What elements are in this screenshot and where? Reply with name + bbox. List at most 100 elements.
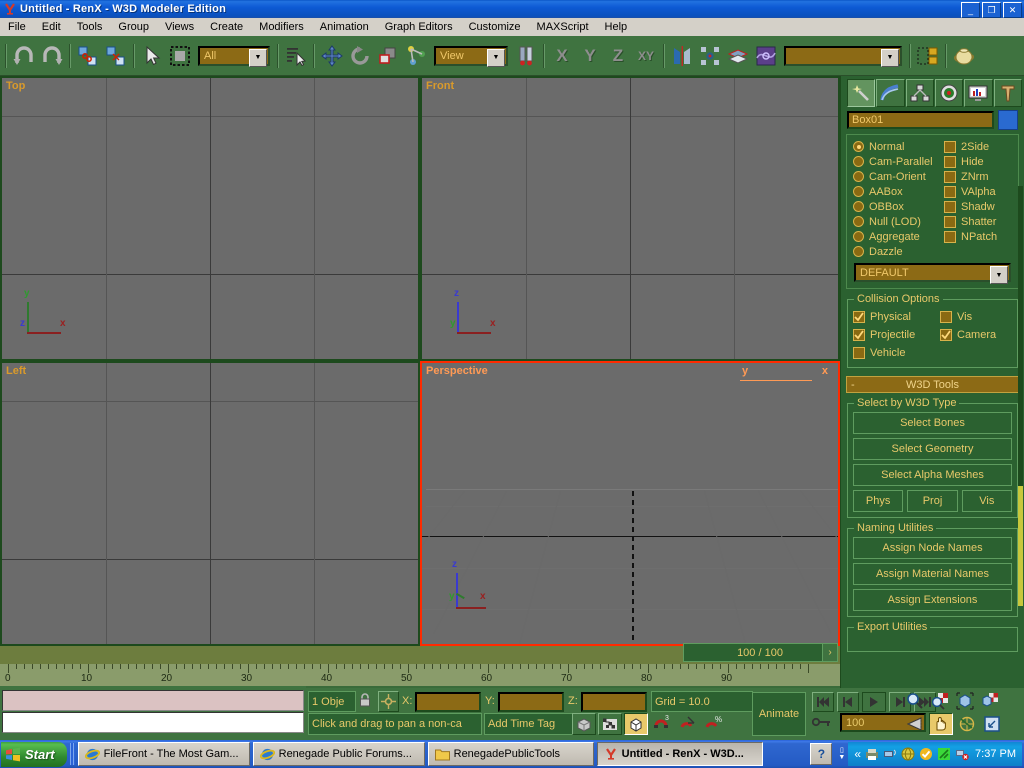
zoom-region-button[interactable] xyxy=(979,691,1001,711)
viewport-left-label[interactable]: Left xyxy=(6,365,26,377)
chevron-down-icon[interactable]: ▼ xyxy=(487,49,505,67)
reference-coordinate-combo[interactable]: View ▼ xyxy=(434,46,508,66)
menu-maxscript[interactable]: MAXScript xyxy=(529,20,597,34)
network-tray-icon[interactable] xyxy=(883,747,897,761)
restrict-y-button[interactable]: Y xyxy=(577,43,603,69)
angle-snap-toggle[interactable] xyxy=(678,714,698,732)
chevron-down-icon[interactable]: ▼ xyxy=(249,49,267,67)
curve-editor-button[interactable] xyxy=(753,43,779,69)
radio-aggregate[interactable]: Aggregate xyxy=(853,229,936,244)
chevron-down-icon[interactable]: ▼ xyxy=(881,49,899,67)
listener-output-pane[interactable] xyxy=(2,690,304,711)
selection-filter-combo[interactable]: All ▼ xyxy=(198,46,270,66)
w3d-tools-rollout-header[interactable]: - W3D Tools xyxy=(846,376,1019,393)
selection-center-icon[interactable] xyxy=(378,691,399,712)
rollout-expander[interactable]: - xyxy=(851,379,855,391)
menu-customize[interactable]: Customize xyxy=(461,20,529,34)
zoom-button[interactable] xyxy=(904,691,926,711)
coord-z-field[interactable] xyxy=(581,692,647,712)
menu-file[interactable]: File xyxy=(0,20,34,34)
use-center-button[interactable] xyxy=(513,43,539,69)
viewport-perspective[interactable]: Perspective y x xyxy=(420,361,840,646)
layer-manager-button[interactable] xyxy=(725,43,751,69)
tray-expand-button[interactable]: « xyxy=(854,747,861,761)
select-region-button[interactable] xyxy=(167,43,193,69)
tab-hierarchy[interactable] xyxy=(906,79,934,107)
frame-next-button[interactable]: › xyxy=(822,643,838,662)
printer-tray-icon[interactable] xyxy=(865,747,879,761)
start-button[interactable]: Start xyxy=(1,742,67,767)
check-znrm[interactable]: ZNrm xyxy=(944,169,1012,184)
minimize-button[interactable]: _ xyxy=(961,2,980,18)
menu-views[interactable]: Views xyxy=(157,20,202,34)
select-alpha-meshes-button[interactable]: Select Alpha Meshes xyxy=(853,464,1012,486)
help-tray-icon[interactable]: ? xyxy=(810,743,832,765)
redo-button[interactable] xyxy=(39,43,65,69)
menu-graph-editors[interactable]: Graph Editors xyxy=(377,20,461,34)
select-bones-button[interactable]: Select Bones xyxy=(853,412,1012,434)
tab-display[interactable] xyxy=(964,79,992,107)
globe-tray-icon[interactable] xyxy=(901,747,915,761)
select-phys-button[interactable]: Phys xyxy=(853,490,903,512)
menu-edit[interactable]: Edit xyxy=(34,20,69,34)
zoom-extents-button[interactable] xyxy=(954,691,976,711)
tab-motion[interactable] xyxy=(935,79,963,107)
previous-frame-button[interactable] xyxy=(837,692,859,712)
select-and-link-button[interactable] xyxy=(75,43,101,69)
time-ruler[interactable]: 0 10 20 30 40 50 60 70 80 90 xyxy=(0,664,840,686)
viewport-top[interactable]: Top y x z xyxy=(0,76,420,361)
coord-y-field[interactable] xyxy=(498,692,564,712)
check-valpha[interactable]: VAlpha xyxy=(944,184,1012,199)
assign-extensions-button[interactable]: Assign Extensions xyxy=(853,589,1012,611)
check-hide[interactable]: Hide xyxy=(944,154,1012,169)
check-physical[interactable]: Physical xyxy=(853,308,940,326)
radio-cam-orient[interactable]: Cam-Orient xyxy=(853,169,936,184)
select-by-name-button[interactable] xyxy=(283,43,309,69)
select-and-rotate-button[interactable] xyxy=(347,43,373,69)
radio-aabox[interactable]: AABox xyxy=(853,184,936,199)
tab-create[interactable] xyxy=(847,79,875,107)
taskbar-item-renegade-forums[interactable]: Renegade Public Forums... xyxy=(253,742,425,766)
radio-null-lod[interactable]: Null (LOD) xyxy=(853,214,936,229)
selection-lock-toggle[interactable] xyxy=(598,713,622,735)
restrict-x-button[interactable]: X xyxy=(549,43,575,69)
listener-input-pane[interactable] xyxy=(2,712,304,733)
radio-cam-parallel[interactable]: Cam-Parallel xyxy=(853,154,936,169)
lock-icon[interactable] xyxy=(358,692,372,708)
check-npatch[interactable]: NPatch xyxy=(944,229,1012,244)
menu-animation[interactable]: Animation xyxy=(312,20,377,34)
coord-x-field[interactable] xyxy=(415,692,481,712)
radio-obbox[interactable]: OBBox xyxy=(853,199,936,214)
snap-toggle-3d[interactable]: 3 xyxy=(652,714,672,732)
tab-utilities[interactable] xyxy=(994,79,1022,107)
arc-rotate-button[interactable] xyxy=(956,714,978,734)
menu-modifiers[interactable]: Modifiers xyxy=(251,20,312,34)
align-button[interactable] xyxy=(697,43,723,69)
menu-create[interactable]: Create xyxy=(202,20,251,34)
taskbar-grip[interactable] xyxy=(70,743,75,765)
taskbar-toolbar-chevron[interactable]: ▯▼ xyxy=(838,747,845,761)
taskbar-item-renx-active[interactable]: Untitled - RenX - W3D... xyxy=(597,742,763,766)
menu-tools[interactable]: Tools xyxy=(69,20,111,34)
check-shatter[interactable]: Shatter xyxy=(944,214,1012,229)
check-vehicle[interactable]: Vehicle xyxy=(853,344,940,362)
play-animation-button[interactable] xyxy=(862,692,886,712)
render-scene-button[interactable] xyxy=(951,43,977,69)
manipulate-button[interactable] xyxy=(403,43,429,69)
restrict-z-button[interactable]: Z xyxy=(605,43,631,69)
field-of-view-button[interactable] xyxy=(904,714,926,734)
check-2side[interactable]: 2Side xyxy=(944,139,1012,154)
menu-group[interactable]: Group xyxy=(110,20,157,34)
radio-normal[interactable]: Normal xyxy=(853,139,936,154)
maxscript-listener[interactable] xyxy=(2,690,304,734)
check-vis[interactable]: Vis xyxy=(940,308,1012,326)
close-button[interactable]: ✕ xyxy=(1003,2,1022,18)
viewport-front[interactable]: Front z x y xyxy=(420,76,840,361)
tab-modify[interactable] xyxy=(876,79,904,107)
select-object-button[interactable] xyxy=(139,43,165,69)
select-proj-button[interactable]: Proj xyxy=(907,490,957,512)
named-selection-sets-combo[interactable]: ▼ xyxy=(784,46,902,66)
viewport-left[interactable]: Left z x y xyxy=(0,361,420,646)
check-camera[interactable]: Camera xyxy=(940,326,1012,344)
assign-node-names-button[interactable]: Assign Node Names xyxy=(853,537,1012,559)
